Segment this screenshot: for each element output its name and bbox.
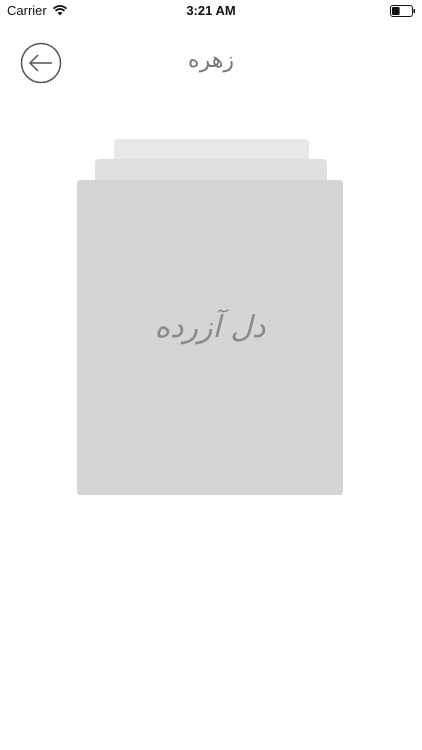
card-text: دل آزرده <box>154 310 266 345</box>
flash-card[interactable]: دل آزرده <box>77 180 343 495</box>
card-stack: دل آزرده <box>0 0 422 750</box>
